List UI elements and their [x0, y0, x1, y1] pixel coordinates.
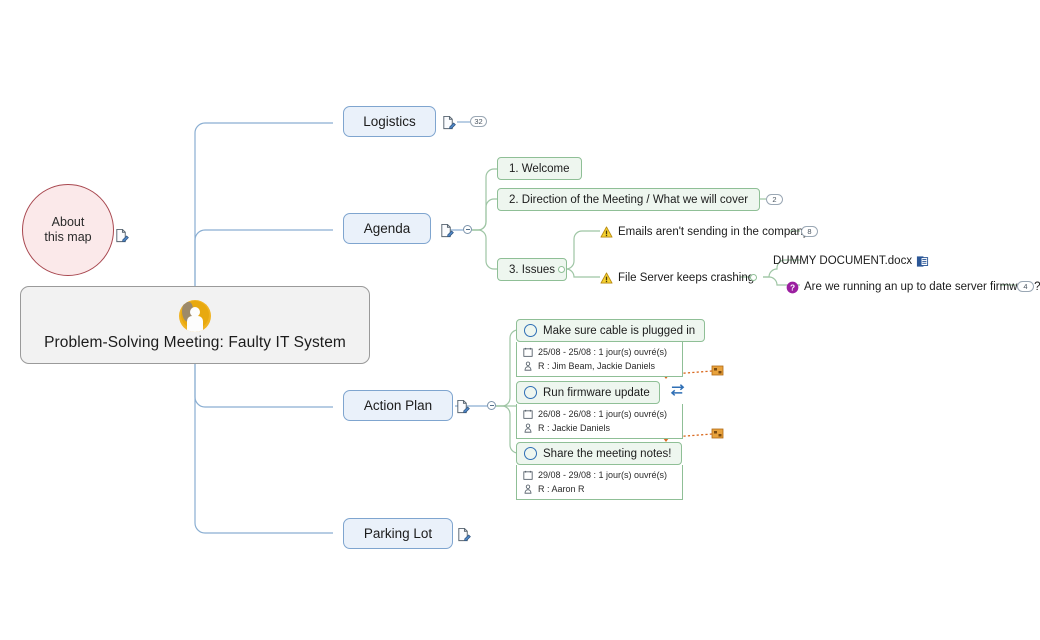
- task-dates: 26/08 - 26/08 : 1 jour(s) ouvré(s): [538, 409, 668, 419]
- note-icon[interactable]: [456, 527, 471, 542]
- calendar-icon: [523, 470, 533, 480]
- collapse-handle-file-server[interactable]: [750, 274, 757, 281]
- task-details: 25/08 - 25/08 : 1 jour(s) ouvré(s) R : J…: [516, 342, 683, 377]
- about-this-map-node[interactable]: About this map: [22, 184, 114, 276]
- branch-logistics-label: Logistics: [363, 114, 416, 129]
- issue-label: File Server keeps crashing: [618, 272, 755, 284]
- person-icon: [523, 423, 533, 433]
- question-icon: ?: [786, 281, 799, 294]
- docx-icon: [916, 255, 929, 268]
- task-card[interactable]: Make sure cable is plugged in 25/08 - 25…: [516, 319, 706, 377]
- branch-action-plan[interactable]: Action Plan: [343, 390, 453, 421]
- task-checkbox-icon[interactable]: [524, 386, 537, 399]
- task-details: 29/08 - 29/08 : 1 jour(s) ouvré(s) R : A…: [516, 465, 683, 500]
- note-icon[interactable]: [441, 115, 456, 130]
- warning-icon: [600, 272, 613, 284]
- child-count-badge[interactable]: 4: [1017, 281, 1034, 292]
- branch-logistics[interactable]: Logistics: [343, 106, 436, 137]
- branch-parking-lot-label: Parking Lot: [363, 526, 433, 541]
- sync-icon[interactable]: [670, 383, 687, 398]
- issue-label: Emails aren't sending in the company: [618, 226, 809, 238]
- collapse-handle-action-plan[interactable]: [487, 401, 496, 410]
- warning-icon: [600, 226, 613, 238]
- child-count-badge[interactable]: 32: [470, 116, 487, 127]
- task-resource-row: R : Aaron R: [523, 482, 675, 496]
- task-title: Run firmware update: [543, 386, 650, 399]
- person-icon: [523, 484, 533, 494]
- task-resource: R : Aaron R: [538, 484, 585, 494]
- question-label: Are we running an up to date server firm…: [804, 281, 1040, 293]
- task-checkbox-icon[interactable]: [524, 447, 537, 460]
- task-resource: R : Jackie Daniels: [538, 423, 611, 433]
- task-title-row[interactable]: Share the meeting notes!: [516, 442, 682, 465]
- task-dates-row: 26/08 - 26/08 : 1 jour(s) ouvré(s): [523, 407, 675, 421]
- calendar-icon: [523, 347, 533, 357]
- child-count-badge[interactable]: 2: [766, 194, 783, 205]
- agenda-item-direction[interactable]: 2. Direction of the Meeting / What we wi…: [497, 188, 761, 211]
- svg-text:?: ?: [790, 282, 795, 292]
- task-resource: R : Jim Beam, Jackie Daniels: [538, 361, 656, 371]
- issue-question-firmware[interactable]: ? Are we running an up to date server fi…: [786, 277, 1040, 297]
- central-topic-label: Problem-Solving Meeting: Faulty IT Syste…: [44, 334, 346, 351]
- task-title-row[interactable]: Make sure cable is plugged in: [516, 319, 706, 342]
- note-icon[interactable]: [114, 228, 129, 243]
- issue-file-server[interactable]: File Server keeps crashing: [600, 268, 754, 288]
- agenda-item-label: 2. Direction of the Meeting / What we wi…: [509, 193, 749, 206]
- task-details: 26/08 - 26/08 : 1 jour(s) ouvré(s) R : J…: [516, 404, 683, 439]
- issue-attachment-dummy-document[interactable]: DUMMY DOCUMENT.docx: [773, 251, 929, 271]
- branch-action-plan-label: Action Plan: [363, 398, 433, 413]
- relation-endpoint: [711, 365, 724, 439]
- issue-emails[interactable]: Emails aren't sending in the company: [600, 222, 809, 242]
- user-avatar-icon: [179, 300, 211, 332]
- child-count-badge[interactable]: 8: [801, 226, 818, 237]
- task-resource-row: R : Jim Beam, Jackie Daniels: [523, 359, 675, 373]
- agenda-item-issues[interactable]: 3. Issues: [497, 258, 568, 281]
- agenda-item-label: 3. Issues: [509, 263, 556, 276]
- task-title: Make sure cable is plugged in: [543, 324, 696, 337]
- task-title: Share the meeting notes!: [543, 447, 672, 460]
- task-dates: 25/08 - 25/08 : 1 jour(s) ouvré(s): [538, 347, 668, 357]
- calendar-icon: [523, 409, 533, 419]
- collapse-handle-issues[interactable]: [558, 266, 565, 273]
- task-resource-row: R : Jackie Daniels: [523, 421, 675, 435]
- branch-agenda[interactable]: Agenda: [343, 213, 431, 244]
- task-title-row[interactable]: Run firmware update: [516, 381, 660, 404]
- collapse-handle-agenda[interactable]: [463, 225, 472, 234]
- task-dates: 29/08 - 29/08 : 1 jour(s) ouvré(s): [538, 470, 668, 480]
- task-card[interactable]: Run firmware update 26/08 - 26/08 : 1 jo…: [516, 381, 683, 439]
- agenda-item-welcome[interactable]: 1. Welcome: [497, 157, 582, 180]
- person-icon: [523, 361, 533, 371]
- task-dates-row: 29/08 - 29/08 : 1 jour(s) ouvré(s): [523, 468, 675, 482]
- task-card[interactable]: Share the meeting notes! 29/08 - 29/08 :…: [516, 442, 683, 500]
- note-icon[interactable]: [455, 399, 470, 414]
- agenda-item-label: 1. Welcome: [509, 162, 570, 175]
- branch-agenda-label: Agenda: [363, 221, 411, 236]
- central-topic[interactable]: Problem-Solving Meeting: Faulty IT Syste…: [20, 286, 370, 364]
- branch-parking-lot[interactable]: Parking Lot: [343, 518, 453, 549]
- about-this-map-label: About this map: [44, 215, 92, 244]
- attachment-label: DUMMY DOCUMENT.docx: [773, 255, 913, 267]
- task-checkbox-icon[interactable]: [524, 324, 537, 337]
- note-icon[interactable]: [439, 223, 454, 238]
- task-dates-row: 25/08 - 25/08 : 1 jour(s) ouvré(s): [523, 345, 675, 359]
- mindmap-canvas[interactable]: Problem-Solving Meeting: Faulty IT Syste…: [0, 0, 1040, 640]
